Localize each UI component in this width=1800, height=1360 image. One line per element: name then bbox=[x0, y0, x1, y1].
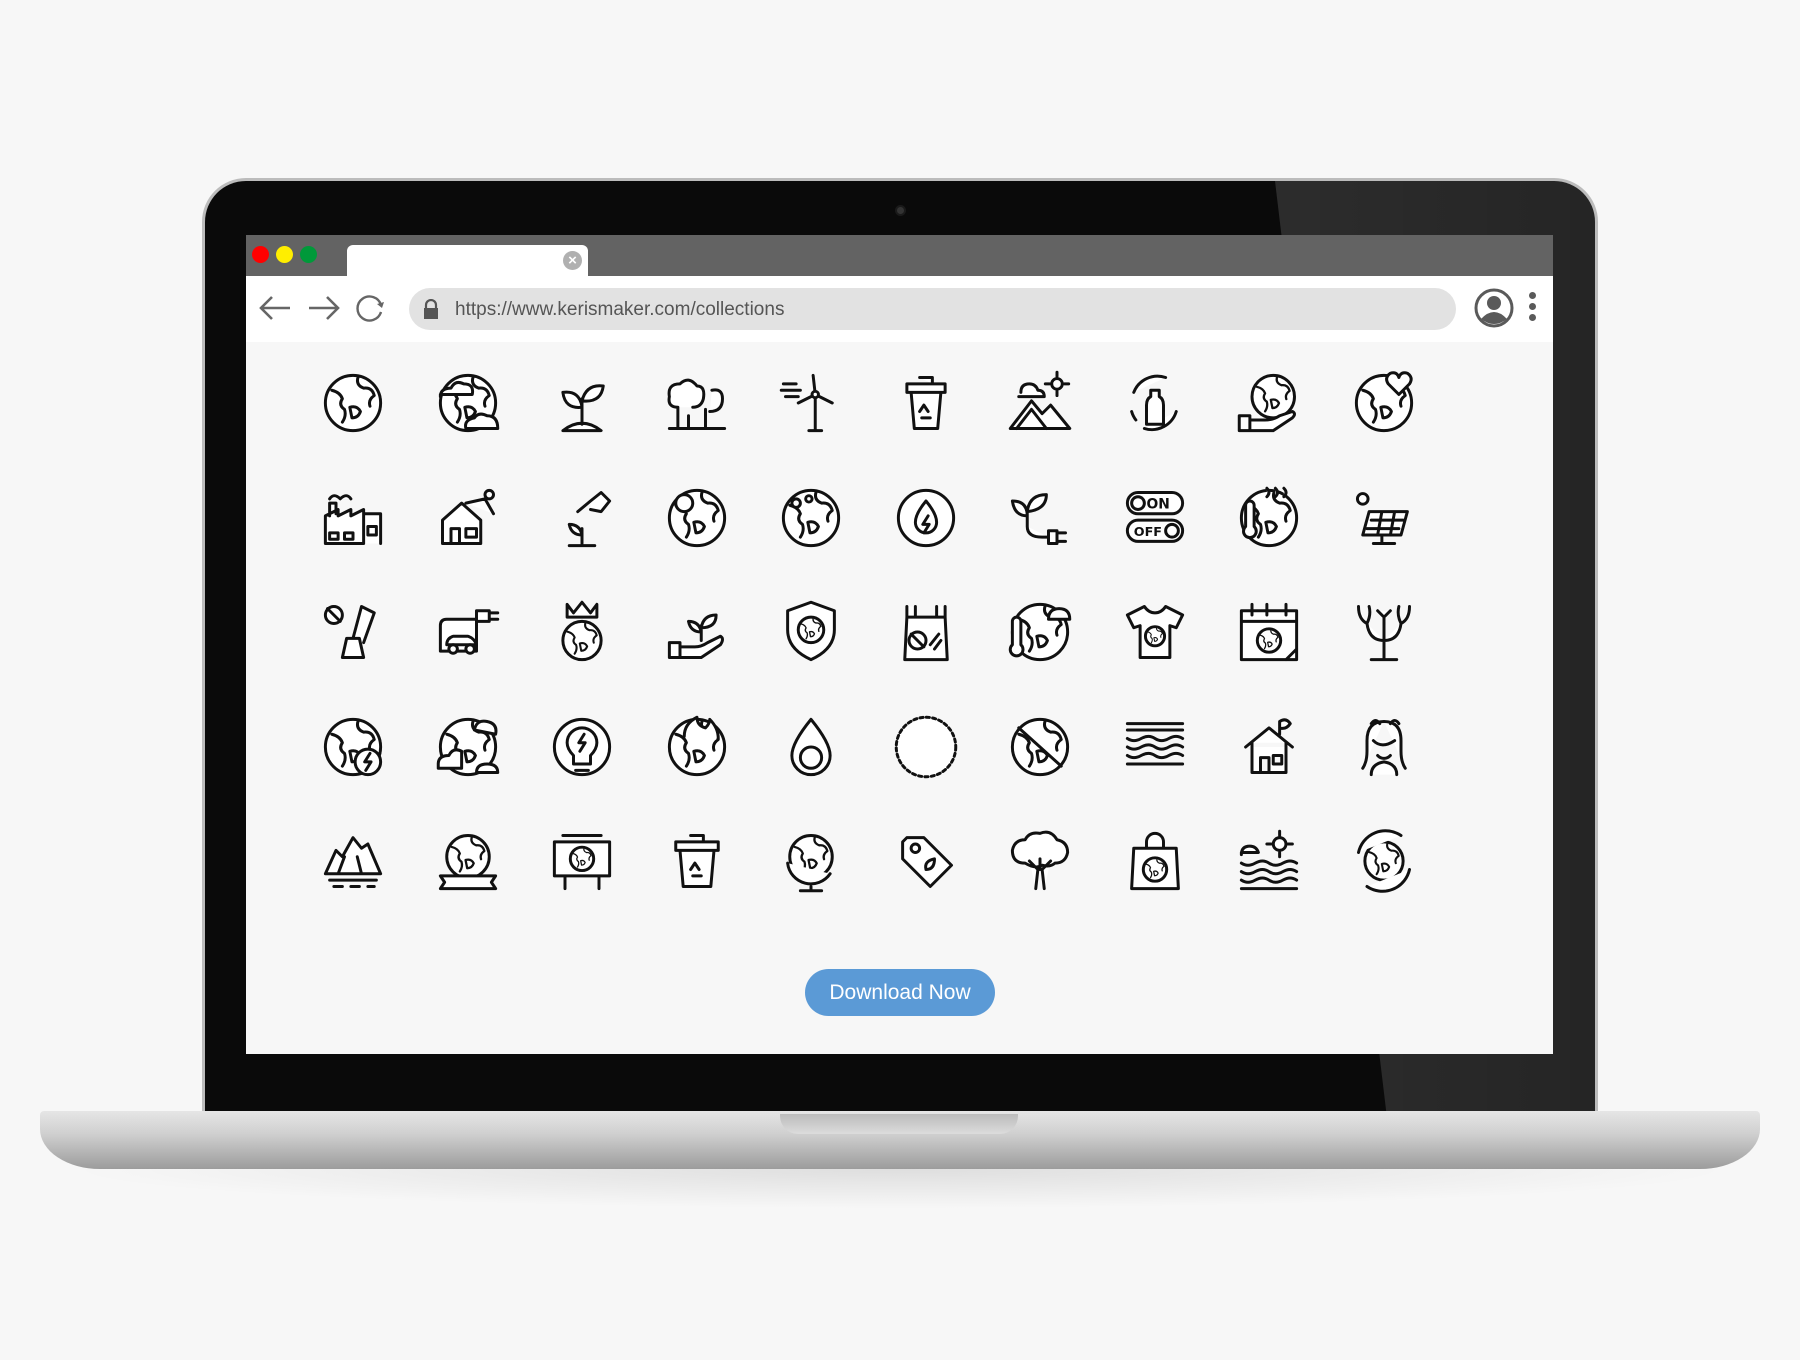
earth-clouds-icon[interactable] bbox=[434, 369, 502, 437]
earth-tshirt-icon[interactable] bbox=[1121, 598, 1189, 666]
solar-panel-icon[interactable] bbox=[1350, 484, 1418, 552]
forward-arrow-icon[interactable] bbox=[303, 288, 343, 328]
laptop-notch bbox=[780, 1114, 1018, 1134]
address-bar[interactable]: https://www.kerismaker.com/collections bbox=[409, 288, 1456, 330]
earth-cycle-icon[interactable] bbox=[1350, 827, 1418, 895]
mountains-sun-icon[interactable] bbox=[1006, 369, 1074, 437]
electric-car-icon[interactable] bbox=[434, 598, 502, 666]
eco-tag-icon[interactable] bbox=[892, 827, 960, 895]
url-text: https://www.kerismaker.com/collections bbox=[455, 299, 785, 320]
plant-plug-icon[interactable] bbox=[1006, 484, 1074, 552]
iceberg-icon[interactable] bbox=[319, 827, 387, 895]
download-now-button[interactable]: Download Now bbox=[805, 969, 995, 1016]
minimize-window-button[interactable] bbox=[276, 246, 293, 263]
profile-icon[interactable] bbox=[1474, 288, 1514, 328]
earth-heart-icon[interactable] bbox=[1350, 369, 1418, 437]
earth-hand-icon[interactable] bbox=[1235, 369, 1303, 437]
webcam bbox=[895, 205, 906, 216]
laptop-shadow bbox=[60, 1169, 1740, 1209]
mother-nature-icon[interactable] bbox=[1350, 713, 1418, 781]
earth-energy-icon[interactable] bbox=[319, 713, 387, 781]
sprout-icon[interactable] bbox=[548, 369, 616, 437]
switch-label: ON bbox=[1146, 496, 1169, 512]
factory-icon[interactable] bbox=[319, 484, 387, 552]
browser-tab[interactable]: × bbox=[347, 245, 588, 276]
on-off-switch-icon[interactable]: ON OFF bbox=[1121, 484, 1189, 552]
more-menu-icon[interactable] bbox=[1529, 292, 1539, 325]
earth-fire-icon[interactable] bbox=[663, 713, 731, 781]
globe-icon[interactable] bbox=[777, 827, 845, 895]
sea-sun-icon[interactable] bbox=[1235, 827, 1303, 895]
back-arrow-icon[interactable] bbox=[256, 288, 296, 328]
tab-bar: × bbox=[246, 235, 1553, 276]
earth-shield-icon[interactable] bbox=[777, 598, 845, 666]
close-circle-icon[interactable]: × bbox=[563, 251, 582, 270]
eco-house-icon[interactable] bbox=[1235, 713, 1303, 781]
recycle-trash-icon[interactable] bbox=[663, 827, 731, 895]
plant-hand-icon[interactable] bbox=[663, 598, 731, 666]
earth-banner-icon[interactable] bbox=[434, 827, 502, 895]
earth-icon[interactable] bbox=[319, 369, 387, 437]
earth-no-pollution-icon[interactable] bbox=[1006, 713, 1074, 781]
earth-pollution-icon[interactable] bbox=[777, 484, 845, 552]
earth-smog-icon[interactable] bbox=[434, 713, 502, 781]
reload-icon[interactable] bbox=[350, 288, 390, 328]
lock-icon bbox=[424, 299, 438, 319]
browser-toolbar: https://www.kerismaker.com/collections bbox=[246, 276, 1553, 342]
recycle-bin-icon[interactable] bbox=[892, 369, 960, 437]
earth-billboard-icon[interactable] bbox=[548, 827, 616, 895]
maximize-window-button[interactable] bbox=[300, 246, 317, 263]
forest-icon[interactable] bbox=[663, 369, 731, 437]
switch-label: OFF bbox=[1133, 525, 1161, 540]
eco-bulb-icon[interactable] bbox=[548, 713, 616, 781]
close-window-button[interactable] bbox=[252, 246, 269, 263]
browser-window: × https://www.kerismaker.com/collections… bbox=[246, 235, 1553, 1054]
watering-can-icon[interactable] bbox=[548, 484, 616, 552]
eco-bag-icon[interactable] bbox=[1121, 827, 1189, 895]
bottle-recycle-icon[interactable] bbox=[1121, 369, 1189, 437]
water-energy-icon[interactable] bbox=[892, 484, 960, 552]
earth-warming-icon[interactable] bbox=[1235, 484, 1303, 552]
earth-temperature-icon[interactable] bbox=[1006, 598, 1074, 666]
no-deforestation-icon[interactable] bbox=[319, 598, 387, 666]
earth-day-calendar-icon[interactable] bbox=[1235, 598, 1303, 666]
wind-turbine-icon[interactable] bbox=[777, 369, 845, 437]
coral-icon[interactable] bbox=[1350, 598, 1418, 666]
solar-house-icon[interactable] bbox=[434, 484, 502, 552]
earth-crown-icon[interactable] bbox=[548, 598, 616, 666]
tree-icon[interactable] bbox=[1006, 827, 1074, 895]
earth-stamp-icon[interactable] bbox=[892, 713, 960, 781]
earth-sun-icon[interactable] bbox=[663, 484, 731, 552]
no-plastic-bag-icon[interactable] bbox=[892, 598, 960, 666]
water-pollution-icon[interactable] bbox=[1121, 713, 1189, 781]
water-drop-earth-icon[interactable] bbox=[777, 713, 845, 781]
